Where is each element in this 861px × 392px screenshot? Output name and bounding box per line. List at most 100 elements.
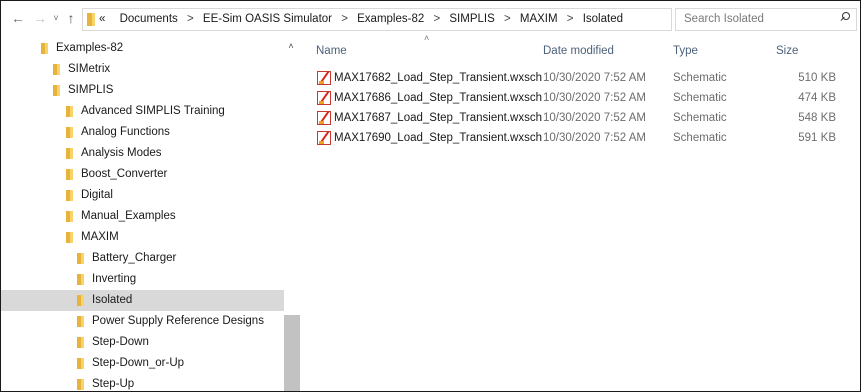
file-list: ˄ Name Date modified Type Size MAX17682_… [301, 33, 860, 391]
tree-item-label: Step-Down [92, 336, 149, 348]
tree-item-battery-charger[interactable]: Battery_Charger [1, 248, 284, 269]
tree-item-examples-82[interactable]: Examples-82 [1, 38, 284, 59]
tree-item-label: Power Supply Reference Designs [92, 315, 264, 327]
breadcrumb-isolated[interactable]: Isolated [583, 13, 623, 25]
breadcrumb-separator[interactable]: > [498, 13, 517, 25]
tree-item-step-down[interactable]: Step-Down [1, 332, 284, 353]
folder-icon [87, 13, 95, 26]
address-bar[interactable]: « Documents > EE-Sim OASIS Simulator > E… [82, 8, 754, 31]
file-name: MAX17686_Load_Step_Transient.wxsch [334, 92, 542, 104]
back-arrow-icon[interactable]: ← [7, 1, 29, 35]
tree-item-label: SIMPLIS [68, 84, 114, 96]
folder-icon [77, 295, 84, 306]
file-row[interactable]: MAX17690_Load_Step_Transient.wxsch 10/30/… [315, 129, 860, 148]
tree-item-label: MAXIM [81, 231, 119, 243]
folder-icon [66, 211, 73, 222]
tree-item-power-supply-reference-designs[interactable]: Power Supply Reference Designs [1, 311, 284, 332]
file-size: 548 KB [798, 112, 836, 124]
breadcrumb-overflow[interactable]: « [99, 13, 105, 25]
tree-item-inverting[interactable]: Inverting [1, 269, 284, 290]
address-bar-row: ← → ˅ ↑ « Documents > EE-Sim OASIS Simul… [1, 1, 860, 35]
tree-item-label: Examples-82 [56, 42, 124, 54]
folder-icon [77, 379, 84, 390]
file-size: 474 KB [798, 92, 836, 104]
tree-item-boost-converter[interactable]: Boost_Converter [1, 164, 284, 185]
schematic-file-icon [317, 111, 331, 125]
column-header-size[interactable]: Size [776, 42, 798, 60]
folder-icon [66, 106, 73, 117]
navigation-scrollbar-thumb[interactable] [284, 315, 300, 391]
folder-icon [66, 127, 73, 138]
tree-item-analysis-modes[interactable]: Analysis Modes [1, 143, 284, 164]
tree-item-label: Analog Functions [81, 126, 170, 138]
tree-item-advanced-simplis-training[interactable]: Advanced SIMPLIS Training [1, 101, 284, 122]
tree-item-simetrix[interactable]: SIMetrix [1, 59, 284, 80]
navigation-pane[interactable]: ˄ Examples-82 SIMetrix SIMPLIS Advanced SIM… [1, 35, 300, 391]
tree-item-step-up[interactable]: Step-Up [1, 374, 284, 391]
forward-arrow-icon[interactable]: → [31, 1, 49, 35]
up-arrow-icon[interactable]: ↑ [62, 1, 80, 35]
breadcrumb-separator[interactable]: > [335, 13, 354, 25]
tree-item-simplis[interactable]: SIMPLIS [1, 80, 284, 101]
tree-item-label: Battery_Charger [92, 252, 177, 264]
folder-icon [66, 169, 73, 180]
tree-item-label: Isolated [92, 294, 133, 306]
file-type: Schematic [673, 112, 727, 124]
file-row[interactable]: MAX17686_Load_Step_Transient.wxsch 10/30/… [315, 89, 860, 108]
breadcrumb-separator[interactable]: > [561, 13, 580, 25]
scroll-up-chevron-icon[interactable]: ˄ [285, 41, 297, 51]
breadcrumb-ee-sim-oasis-simulator[interactable]: EE-Sim OASIS Simulator [203, 13, 332, 25]
folder-icon [77, 316, 84, 327]
folder-icon [53, 64, 60, 75]
folder-icon [77, 274, 84, 285]
tree-item-manual-examples[interactable]: Manual_Examples [1, 206, 284, 227]
file-name: MAX17687_Load_Step_Transient.wxsch [334, 112, 542, 124]
file-date-modified: 10/30/2020 7:52 AM [543, 72, 646, 84]
breadcrumb-examples-82[interactable]: Examples-82 [357, 13, 424, 25]
file-name: MAX17690_Load_Step_Transient.wxsch [334, 132, 542, 144]
schematic-file-icon [317, 91, 331, 105]
tree-item-digital[interactable]: Digital [1, 185, 284, 206]
column-header-type[interactable]: Type [673, 42, 698, 60]
tree-item-label: Advanced SIMPLIS Training [81, 105, 225, 117]
search-input[interactable] [676, 9, 834, 28]
file-type: Schematic [673, 132, 727, 144]
file-name: MAX17682_Load_Step_Transient.wxsch [334, 72, 542, 84]
tree-item-label: SIMetrix [68, 63, 111, 75]
tree-item-maxim[interactable]: MAXIM [1, 227, 284, 248]
tree-item-isolated[interactable]: Isolated [1, 290, 284, 311]
file-size: 510 KB [798, 72, 836, 84]
file-date-modified: 10/30/2020 7:52 AM [543, 112, 646, 124]
breadcrumb-simplis[interactable]: SIMPLIS [449, 13, 494, 25]
tree-item-step-down-or-up[interactable]: Step-Down_or-Up [1, 353, 284, 374]
column-header-date-modified[interactable]: Date modified [543, 42, 614, 60]
folder-icon [77, 358, 84, 369]
file-size: 591 KB [798, 132, 836, 144]
tree-item-label: Step-Down_or-Up [92, 357, 185, 369]
breadcrumb-documents[interactable]: Documents [120, 13, 178, 25]
sort-ascending-icon: ˄ [424, 33, 430, 43]
tree-item-label: Boost_Converter [81, 168, 168, 180]
file-type: Schematic [673, 72, 727, 84]
breadcrumb-separator[interactable]: > [427, 13, 446, 25]
column-header-name[interactable]: Name [316, 42, 347, 60]
breadcrumb-separator [109, 13, 120, 25]
breadcrumb-separator[interactable]: > [181, 13, 200, 25]
breadcrumb-maxim[interactable]: MAXIM [520, 13, 558, 25]
recent-locations-chevron-icon[interactable]: ˅ [50, 1, 62, 35]
file-date-modified: 10/30/2020 7:52 AM [543, 92, 646, 104]
file-date-modified: 10/30/2020 7:52 AM [543, 132, 646, 144]
folder-icon [53, 85, 60, 96]
schematic-file-icon [317, 71, 331, 85]
tree-item-label: Digital [81, 189, 113, 201]
folder-icon [66, 148, 73, 159]
breadcrumb: « Documents > EE-Sim OASIS Simulator > E… [99, 9, 623, 30]
search-icon[interactable] [840, 12, 850, 22]
file-type: Schematic [673, 92, 727, 104]
file-row[interactable]: MAX17687_Load_Step_Transient.wxsch 10/30/… [315, 109, 860, 128]
file-row[interactable]: MAX17682_Load_Step_Transient.wxsch 10/30/… [315, 69, 860, 88]
folder-icon [66, 190, 73, 201]
tree-item-analog-functions[interactable]: Analog Functions [1, 122, 284, 143]
search-box[interactable] [675, 8, 857, 31]
tree-item-label: Analysis Modes [81, 147, 162, 159]
